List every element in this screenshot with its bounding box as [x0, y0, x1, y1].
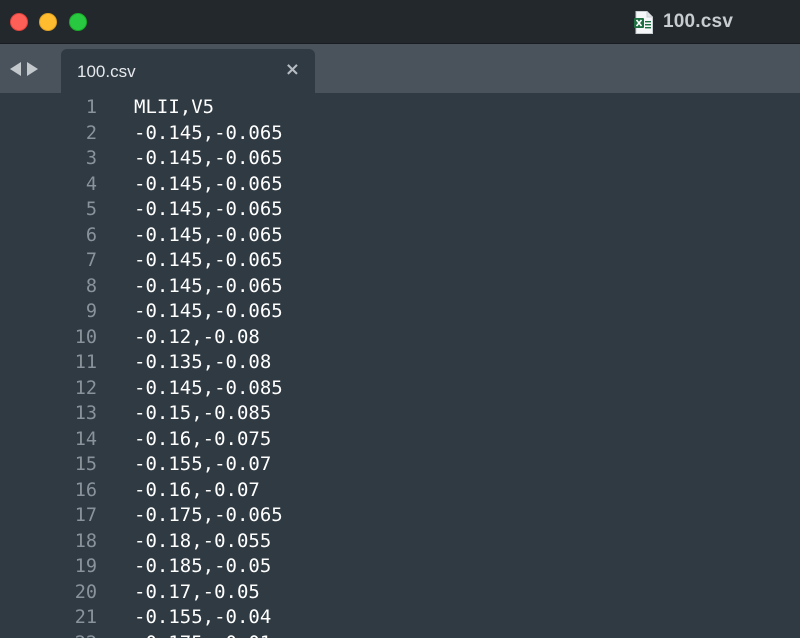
line-text[interactable]: -0.185,-0.05	[134, 554, 271, 580]
maximize-window-button[interactable]	[69, 13, 87, 31]
line-number: 4	[85, 173, 97, 195]
line-text[interactable]: -0.175,-0.01	[134, 631, 271, 638]
line-number: 1	[85, 97, 97, 118]
app-window: 100.csv 100.csv × 1 MLII,V5 2 -0.145,-0.065…	[0, 0, 800, 638]
line-text[interactable]: -0.155,-0.04	[134, 605, 271, 631]
title-bar: 100.csv	[0, 0, 800, 44]
excel-csv-file-icon	[634, 10, 653, 34]
line-text[interactable]: -0.155,-0.07	[134, 452, 271, 478]
line-text[interactable]: -0.16,-0.075	[134, 427, 271, 453]
line-number: 3	[85, 148, 97, 169]
back-arrow-icon[interactable]	[10, 62, 21, 76]
line-text[interactable]: -0.175,-0.065	[134, 503, 283, 529]
tab-navigation	[10, 60, 38, 78]
minimize-window-button[interactable]	[39, 13, 57, 31]
line-text[interactable]: -0.15,-0.085	[134, 401, 271, 427]
line-text[interactable]: -0.145,-0.065	[134, 121, 283, 147]
window-title: 100.csv	[663, 11, 734, 32]
line-number: 2	[85, 122, 97, 144]
line-text[interactable]: -0.145,-0.065	[134, 172, 283, 198]
line-text[interactable]: -0.135,-0.08	[134, 350, 271, 376]
line-number: 20	[74, 581, 97, 603]
tab-label: 100.csv	[77, 62, 136, 81]
line-text[interactable]: -0.145,-0.065	[134, 299, 283, 325]
line-number: 15	[74, 454, 97, 475]
line-text[interactable]: -0.145,-0.065	[134, 223, 283, 249]
line-number: 16	[74, 479, 97, 501]
line-number: 7	[85, 250, 97, 271]
line-text[interactable]: MLII,V5	[134, 95, 214, 121]
line-number: 9	[85, 301, 97, 322]
line-text[interactable]: -0.18,-0.055	[134, 529, 271, 555]
tab-100-csv[interactable]: 100.csv ×	[61, 49, 315, 93]
line-number: 10	[74, 326, 97, 348]
line-number: 18	[74, 530, 97, 552]
line-text[interactable]: -0.16,-0.07	[134, 478, 260, 504]
line-number: 5	[85, 199, 97, 220]
code-editor[interactable]: 1 MLII,V5 2 -0.145,-0.065 3 -0.145,-0.065 4 -0.…	[0, 93, 800, 638]
line-text[interactable]: -0.145,-0.065	[134, 197, 283, 223]
line-text[interactable]: -0.145,-0.065	[134, 248, 283, 274]
forward-arrow-icon[interactable]	[27, 62, 38, 76]
line-number: 22	[0, 631, 97, 638]
tab-close-icon[interactable]: ×	[285, 60, 300, 80]
line-number: 21	[74, 607, 97, 628]
line-number: 8	[85, 275, 97, 297]
line-text[interactable]: -0.145,-0.065	[134, 146, 283, 172]
line-number: 14	[74, 428, 97, 450]
tab-bar: 100.csv ×	[0, 44, 800, 93]
line-text[interactable]: -0.145,-0.065	[134, 274, 283, 300]
line-text[interactable]: -0.12,-0.08	[134, 325, 260, 351]
line-number: 19	[74, 556, 97, 577]
close-window-button[interactable]	[10, 13, 28, 31]
line-text[interactable]: -0.145,-0.085	[134, 376, 283, 402]
line-number: 6	[85, 224, 97, 246]
line-number: 12	[74, 377, 97, 399]
line-number: 17	[74, 505, 97, 526]
line-text[interactable]: -0.17,-0.05	[134, 580, 260, 606]
window-title-group: 100.csv	[634, 9, 733, 35]
line-number: 11	[74, 352, 97, 373]
line-number: 13	[74, 403, 97, 424]
